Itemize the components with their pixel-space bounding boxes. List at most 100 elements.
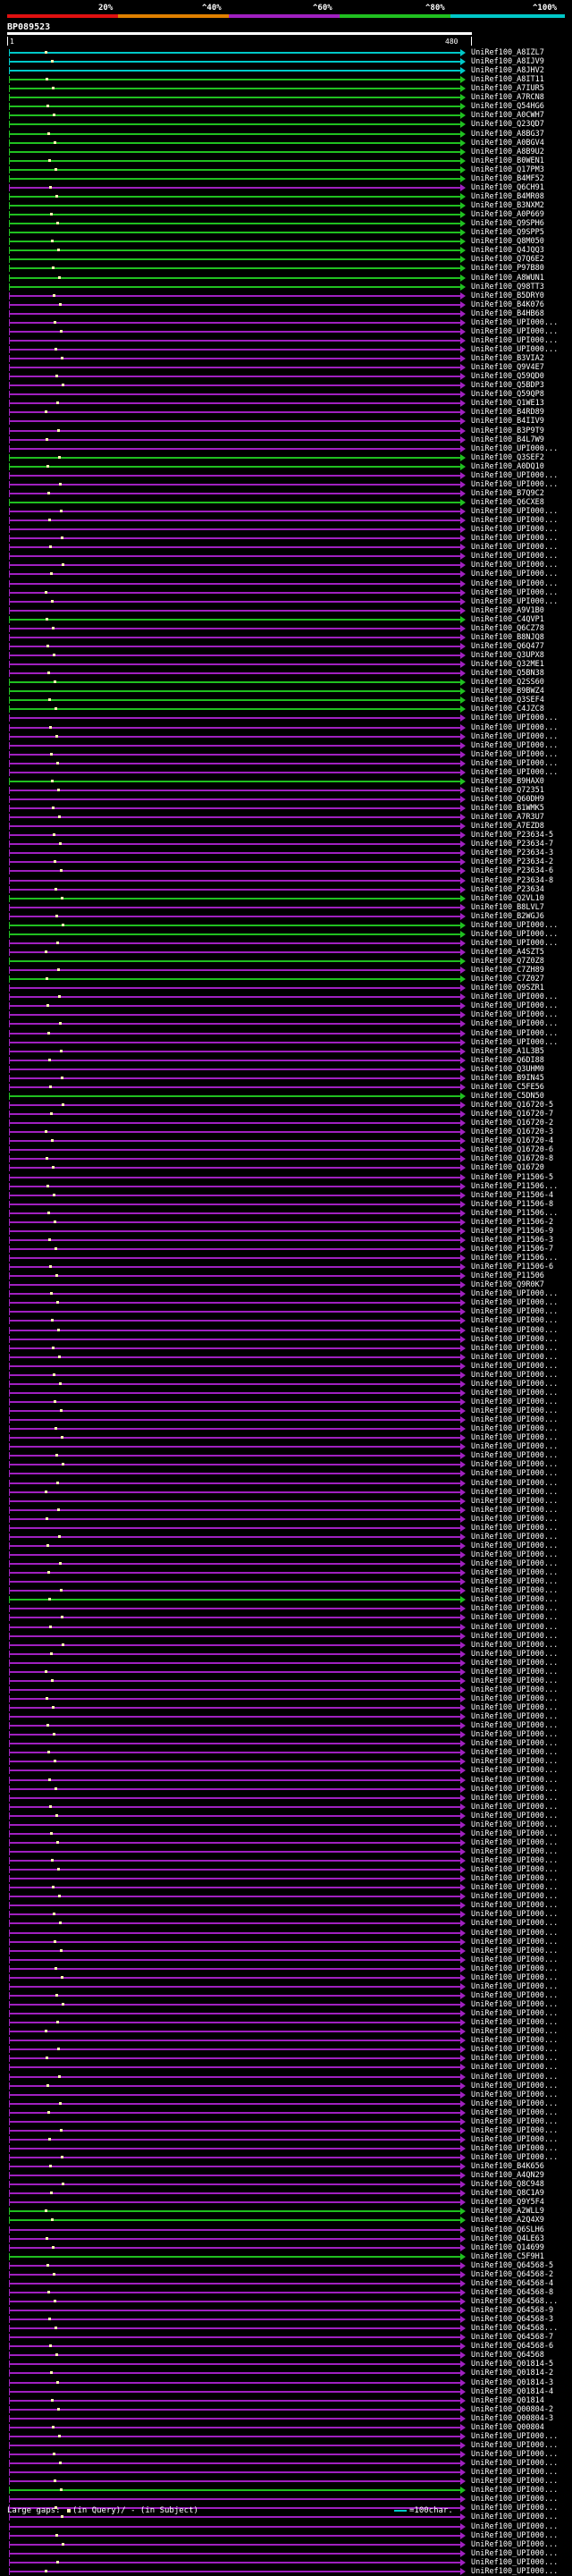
hit-link[interactable]: UniRef100_A0DQ10 bbox=[471, 462, 571, 471]
hit-link[interactable]: UniRef100_UPI000... bbox=[471, 2567, 571, 2576]
hit-link[interactable]: UniRef100_Q16720-8 bbox=[471, 1154, 571, 1163]
hit-alignment-bar[interactable] bbox=[9, 2048, 460, 2051]
hit-link[interactable]: UniRef100_A8IJV9 bbox=[471, 57, 571, 66]
hit-link[interactable]: UniRef100_UPI000... bbox=[471, 1820, 571, 1829]
hit-link[interactable]: UniRef100_A8IT11 bbox=[471, 75, 571, 84]
hit-alignment-bar[interactable] bbox=[9, 1482, 460, 1484]
hit-link[interactable]: UniRef100_P11506... bbox=[471, 1182, 571, 1191]
hit-link[interactable]: UniRef100_A1L3B5 bbox=[471, 1047, 571, 1056]
hit-alignment-bar[interactable] bbox=[9, 2345, 460, 2348]
hit-link[interactable]: UniRef100_B1WMK5 bbox=[471, 804, 571, 813]
hit-alignment-bar[interactable] bbox=[9, 2210, 460, 2213]
hit-alignment-bar[interactable] bbox=[9, 2031, 460, 2033]
hit-link[interactable]: UniRef100_UPI000... bbox=[471, 552, 571, 561]
hit-link[interactable]: UniRef100_A7IUR5 bbox=[471, 84, 571, 93]
hit-link[interactable]: UniRef100_UPI000... bbox=[471, 2459, 571, 2468]
hit-alignment-bar[interactable] bbox=[9, 1841, 460, 1844]
hit-alignment-bar[interactable] bbox=[9, 1464, 460, 1466]
hit-alignment-bar[interactable] bbox=[9, 1716, 460, 1719]
hit-link[interactable]: UniRef100_B4L7W9 bbox=[471, 435, 571, 444]
hit-alignment-bar[interactable] bbox=[9, 1905, 460, 1907]
hit-link[interactable]: UniRef100_UPI000... bbox=[471, 2540, 571, 2549]
hit-link[interactable]: UniRef100_A4QN29 bbox=[471, 2171, 571, 2180]
hit-link[interactable]: UniRef100_UPI000... bbox=[471, 1641, 571, 1650]
hit-alignment-bar[interactable] bbox=[9, 1590, 460, 1592]
hit-alignment-bar[interactable] bbox=[9, 708, 460, 711]
hit-link[interactable]: UniRef100_UPI000... bbox=[471, 1506, 571, 1515]
hit-alignment-bar[interactable] bbox=[9, 1356, 460, 1358]
hit-alignment-bar[interactable] bbox=[9, 2552, 460, 2555]
hit-alignment-bar[interactable] bbox=[9, 447, 460, 450]
hit-link[interactable]: UniRef100_Q16720-7 bbox=[471, 1110, 571, 1119]
hit-alignment-bar[interactable] bbox=[9, 429, 460, 432]
hit-link[interactable]: UniRef100_C7ZH89 bbox=[471, 966, 571, 975]
hit-alignment-bar[interactable] bbox=[9, 717, 460, 720]
hit-link[interactable]: UniRef100_P23634-5 bbox=[471, 831, 571, 840]
hit-alignment-bar[interactable] bbox=[9, 1229, 460, 1232]
hit-alignment-bar[interactable] bbox=[9, 1670, 460, 1673]
hit-link[interactable]: UniRef100_UPI000... bbox=[471, 2558, 571, 2567]
hit-alignment-bar[interactable] bbox=[9, 2426, 460, 2428]
hit-alignment-bar[interactable] bbox=[9, 2480, 460, 2483]
hit-link[interactable]: UniRef100_Q00804-2 bbox=[471, 2405, 571, 2414]
hit-link[interactable]: UniRef100_Q8C948 bbox=[471, 2180, 571, 2189]
hit-link[interactable]: UniRef100_Q3UPX8 bbox=[471, 651, 571, 660]
hit-link[interactable]: UniRef100_UPI000... bbox=[471, 1991, 571, 2000]
hit-alignment-bar[interactable] bbox=[9, 438, 460, 441]
hit-alignment-bar[interactable] bbox=[9, 1851, 460, 1853]
hit-link[interactable]: UniRef100_Q01814-4 bbox=[471, 2387, 571, 2396]
hit-link[interactable]: UniRef100_B8NJQ8 bbox=[471, 633, 571, 642]
hit-link[interactable]: UniRef100_Q64568-8 bbox=[471, 2288, 571, 2297]
hit-link[interactable]: UniRef100_UPI000... bbox=[471, 345, 571, 354]
hit-alignment-bar[interactable] bbox=[9, 1491, 460, 1493]
hit-link[interactable]: UniRef100_Q2VL10 bbox=[471, 894, 571, 903]
hit-alignment-bar[interactable] bbox=[9, 573, 460, 576]
hit-link[interactable]: UniRef100_P23634-8 bbox=[471, 876, 571, 885]
hit-link[interactable]: UniRef100_UPI000... bbox=[471, 930, 571, 939]
hit-alignment-bar[interactable] bbox=[9, 205, 460, 207]
hit-link[interactable]: UniRef100_UPI000... bbox=[471, 1712, 571, 1721]
hit-link[interactable]: UniRef100_B9IN45 bbox=[471, 1074, 571, 1083]
hit-link[interactable]: UniRef100_Q64568-9 bbox=[471, 2306, 571, 2315]
hit-link[interactable]: UniRef100_UPI000... bbox=[471, 1415, 571, 1424]
hit-link[interactable]: UniRef100_B9BWZ4 bbox=[471, 687, 571, 696]
hit-link[interactable]: UniRef100_B3NXM2 bbox=[471, 201, 571, 210]
hit-alignment-bar[interactable] bbox=[9, 2408, 460, 2411]
hit-link[interactable]: UniRef100_Q9V4E7 bbox=[471, 363, 571, 372]
hit-link[interactable]: UniRef100_UPI000... bbox=[471, 1659, 571, 1668]
hit-link[interactable]: UniRef100_Q3SEF2 bbox=[471, 453, 571, 462]
hit-link[interactable]: UniRef100_UPI000... bbox=[471, 1721, 571, 1730]
hit-link[interactable]: UniRef100_Q8M050 bbox=[471, 237, 571, 246]
hit-alignment-bar[interactable] bbox=[9, 376, 460, 378]
hit-alignment-bar[interactable] bbox=[9, 663, 460, 666]
hit-alignment-bar[interactable] bbox=[9, 1958, 460, 1961]
hit-alignment-bar[interactable] bbox=[9, 825, 460, 828]
hit-link[interactable]: UniRef100_UPI000... bbox=[471, 1406, 571, 1415]
hit-link[interactable]: UniRef100_Q1WE13 bbox=[471, 399, 571, 408]
hit-link[interactable]: UniRef100_UPI000... bbox=[471, 1668, 571, 1677]
hit-link[interactable]: UniRef100_Q00804 bbox=[471, 2423, 571, 2432]
hit-link[interactable]: UniRef100_UPI000... bbox=[471, 1776, 571, 1785]
hit-alignment-bar[interactable] bbox=[9, 1473, 460, 1475]
hit-alignment-bar[interactable] bbox=[9, 1661, 460, 1664]
hit-alignment-bar[interactable] bbox=[9, 1823, 460, 1826]
hit-link[interactable]: UniRef100_UPI000... bbox=[471, 1038, 571, 1047]
hit-alignment-bar[interactable] bbox=[9, 483, 460, 486]
hit-link[interactable]: UniRef100_UPI000... bbox=[471, 1883, 571, 1892]
hit-link[interactable]: UniRef100_Q54HG6 bbox=[471, 102, 571, 111]
hit-alignment-bar[interactable] bbox=[9, 987, 460, 990]
hit-link[interactable]: UniRef100_P11506... bbox=[471, 1254, 571, 1263]
hit-alignment-bar[interactable] bbox=[9, 1707, 460, 1710]
hit-link[interactable]: UniRef100_Q01814 bbox=[471, 2396, 571, 2405]
hit-alignment-bar[interactable] bbox=[9, 114, 460, 117]
hit-link[interactable]: UniRef100_UPI000... bbox=[471, 1533, 571, 1541]
hit-link[interactable]: UniRef100_UPI000... bbox=[471, 1623, 571, 1632]
hit-alignment-bar[interactable] bbox=[9, 537, 460, 540]
hit-alignment-bar[interactable] bbox=[9, 358, 460, 360]
hit-alignment-bar[interactable] bbox=[9, 1517, 460, 1520]
hit-alignment-bar[interactable] bbox=[9, 2543, 460, 2546]
hit-link[interactable]: UniRef100_UPI000... bbox=[471, 480, 571, 489]
hit-alignment-bar[interactable] bbox=[9, 1869, 460, 1871]
hit-alignment-bar[interactable] bbox=[9, 1887, 460, 1889]
hit-alignment-bar[interactable] bbox=[9, 699, 460, 702]
